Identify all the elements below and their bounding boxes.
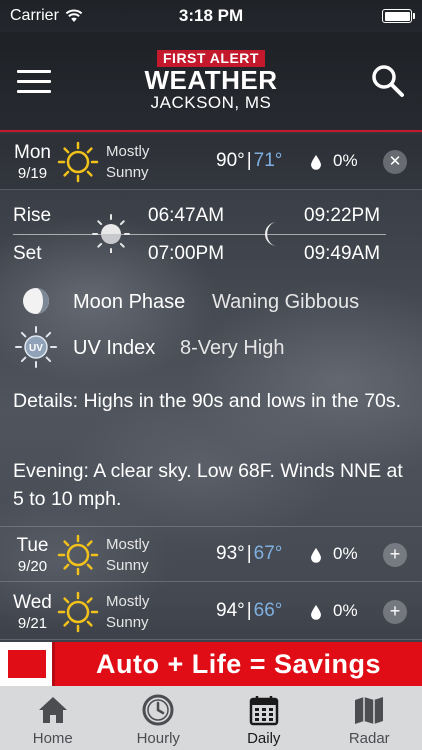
- precip-chance: 0%: [333, 601, 358, 620]
- logo-weather: WEATHER: [144, 65, 278, 95]
- expand-button[interactable]: +: [383, 600, 407, 624]
- ad-logo: [0, 642, 55, 686]
- ad-text: Auto + Life = Savings: [95, 648, 382, 679]
- uv-icon-text: UV: [29, 343, 43, 354]
- low-temp: 71°: [253, 150, 283, 171]
- home-icon: [38, 697, 67, 723]
- brand-logo: FIRST ALERT WEATHER JACKSON, MS: [0, 50, 422, 114]
- temperature-range: 90° | 71°: [216, 150, 282, 172]
- wifi-icon: [65, 9, 83, 22]
- temp-separator: |: [246, 150, 252, 171]
- temperature-range: 93° | 67°: [216, 543, 282, 565]
- expand-button[interactable]: +: [383, 543, 407, 567]
- forecast-details: Details: Highs in the 90s and lows in th…: [13, 390, 402, 412]
- horizon-line: [13, 234, 386, 235]
- tab-hourly[interactable]: Hourly: [106, 686, 212, 750]
- sun-icon: [57, 534, 99, 576]
- battery-icon: [382, 9, 415, 23]
- condition-line-2: Sunny: [106, 614, 149, 631]
- tab-bar: Home Hourly Daily Radar: [0, 686, 422, 750]
- condition-line-1: Mostly: [106, 143, 150, 160]
- carrier-label: Carrier: [10, 7, 59, 24]
- tab-home-label: Home: [32, 730, 73, 747]
- moon-phase-icon: [23, 288, 49, 314]
- day-name: Wed: [13, 592, 52, 613]
- condition-text: Mostly Sunny: [106, 141, 149, 183]
- rise-label: Rise: [13, 205, 52, 226]
- tab-radar[interactable]: Radar: [317, 686, 422, 750]
- map-icon: [355, 697, 384, 724]
- evening-forecast: Evening: A clear sky. Low 68F. Winds NNE…: [13, 460, 403, 510]
- clock-icon: [142, 694, 174, 726]
- high-temp: 94°: [216, 600, 245, 621]
- high-temp: 90°: [216, 150, 245, 171]
- raindrop-icon: [311, 605, 321, 620]
- sunrise-time: 06:47AM: [148, 205, 225, 226]
- status-bar: Carrier 3:18 PM: [0, 0, 422, 32]
- precip-chance: 0%: [333, 151, 358, 170]
- uv-index-value: 8-Very High: [180, 337, 285, 359]
- temp-separator: |: [246, 600, 252, 621]
- day-date: 9/19: [17, 165, 48, 182]
- crescent-moon-icon: [265, 222, 277, 246]
- condition-line-2: Sunny: [106, 557, 149, 574]
- ad-banner[interactable]: Auto + Life = Savings: [0, 642, 422, 686]
- condition-text: Mostly Sunny: [106, 591, 149, 633]
- daily-row[interactable]: Wed 9/21 Mostly Sunny 94° | 66° 0% +: [0, 584, 422, 640]
- moonrise-time: 09:22PM: [304, 205, 381, 226]
- sun-icon: [57, 141, 99, 183]
- search-icon[interactable]: [371, 64, 405, 98]
- condition-line-1: Mostly: [106, 593, 150, 610]
- raindrop-icon: [311, 155, 321, 170]
- moon-phase-label: Moon Phase: [73, 291, 186, 313]
- tab-hourly-label: Hourly: [136, 730, 180, 747]
- raindrop-icon: [311, 548, 321, 563]
- sun-horizon-icon: [92, 214, 130, 253]
- day-date: 9/20: [17, 558, 48, 575]
- condition-line-2: Sunny: [106, 164, 149, 181]
- location-label: JACKSON, MS: [150, 93, 272, 112]
- low-temp: 67°: [253, 543, 283, 564]
- tab-daily[interactable]: Daily: [211, 686, 317, 750]
- day-name: Tue: [16, 535, 49, 556]
- moonset-time: 09:49AM: [304, 243, 381, 264]
- high-temp: 93°: [216, 543, 245, 564]
- day-name: Mon: [14, 142, 51, 163]
- condition-line-1: Mostly: [106, 536, 150, 553]
- sunset-time: 07:00PM: [148, 243, 225, 264]
- sun-icon: [57, 591, 99, 633]
- app-header: FIRST ALERT WEATHER JACKSON, MS: [0, 32, 422, 132]
- day-date: 9/21: [17, 615, 48, 632]
- precip-chance: 0%: [333, 544, 358, 563]
- temp-separator: |: [246, 543, 252, 564]
- low-temp: 66°: [253, 600, 283, 621]
- daily-row[interactable]: Tue 9/20 Mostly Sunny 93° | 67° 0% +: [0, 526, 422, 582]
- daily-row-expanded[interactable]: Mon 9/19 Mostly Sunny 90° | 71° 0% ✕: [0, 134, 422, 190]
- uv-index-label: UV Index: [73, 337, 156, 359]
- temperature-range: 94° | 66°: [216, 600, 282, 622]
- tab-radar-label: Radar: [348, 730, 390, 747]
- collapse-button[interactable]: ✕: [383, 150, 407, 174]
- uv-index-icon: UV: [15, 326, 57, 368]
- tab-home[interactable]: Home: [0, 686, 106, 750]
- set-label: Set: [13, 243, 42, 264]
- calendar-icon: [249, 696, 278, 726]
- tab-daily-label: Daily: [247, 730, 281, 747]
- condition-text: Mostly Sunny: [106, 534, 149, 576]
- moon-phase-value: Waning Gibbous: [212, 291, 360, 313]
